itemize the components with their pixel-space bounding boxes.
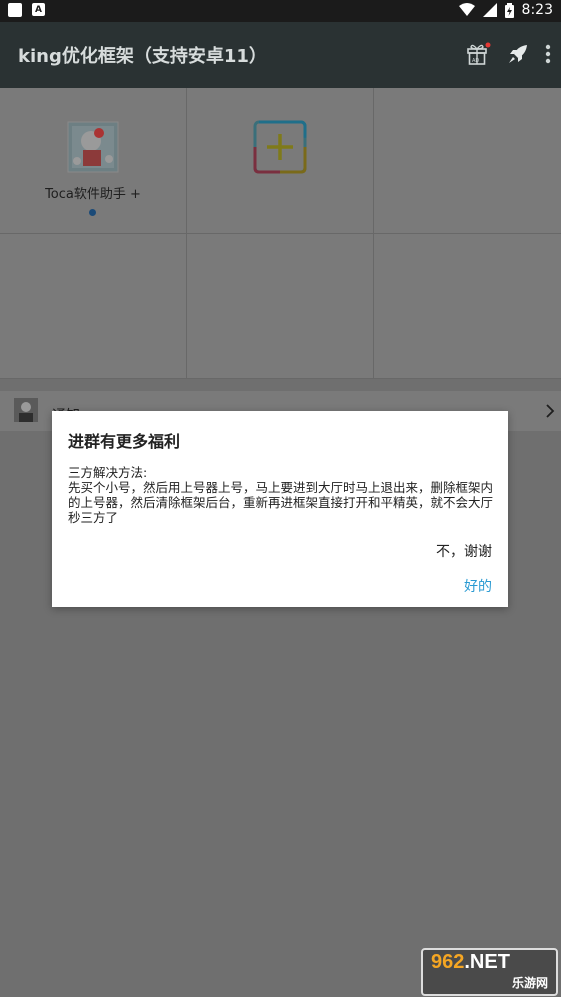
site-watermark-logo: 962.NET 乐游网 [421,948,558,996]
toca-hello-kitty-icon [67,121,119,173]
add-app-tile[interactable] [186,88,374,234]
page-title: king优化框架（支持安卓11） [18,46,267,67]
watermark-site-name: 乐游网 [511,976,548,990]
dialog-message: 三方解决方法: 先买个小号，然后用上号器上号，马上要进到大厅时马上退出来，删除框… [68,465,494,525]
avatar [14,398,38,422]
running-indicator-dot [89,209,96,216]
watermark-domain: .NET [464,951,510,973]
signal-icon [482,3,497,17]
status-bar: A 8:23 [0,0,561,22]
add-app-icon [253,120,307,174]
dialog-title: 进群有更多福利 [68,432,181,451]
clock: 8:23 [521,2,553,18]
no-thanks-button[interactable]: 不，谢谢 [436,541,492,561]
chevron-right-icon [546,404,555,418]
app-label-toca: Toca软件助手 + [45,187,141,202]
a-notification-icon: A [32,3,45,16]
welfare-dialog: 进群有更多福利 三方解决方法: 先买个小号，然后用上号器上号，马上要进到大厅时马… [52,411,508,607]
app-tile-toca[interactable]: Toca软件助手 + [0,88,187,234]
gift-ad-icon[interactable]: AD [465,42,491,66]
notification-icon [8,3,22,17]
empty-tile [0,233,187,379]
watermark-number: 962 [431,951,465,973]
wifi-icon [458,3,475,16]
empty-tile [373,233,561,379]
svg-text:AD: AD [472,58,479,64]
rocket-icon[interactable] [507,43,529,65]
more-options-icon[interactable] [545,43,551,65]
ok-button[interactable]: 好的 [464,576,492,596]
empty-tile [186,233,374,379]
battery-icon [504,2,514,18]
empty-tile [373,88,561,234]
app-grid: Toca软件助手 + [0,88,561,379]
app-bar: king优化框架（支持安卓11） AD [0,22,561,88]
